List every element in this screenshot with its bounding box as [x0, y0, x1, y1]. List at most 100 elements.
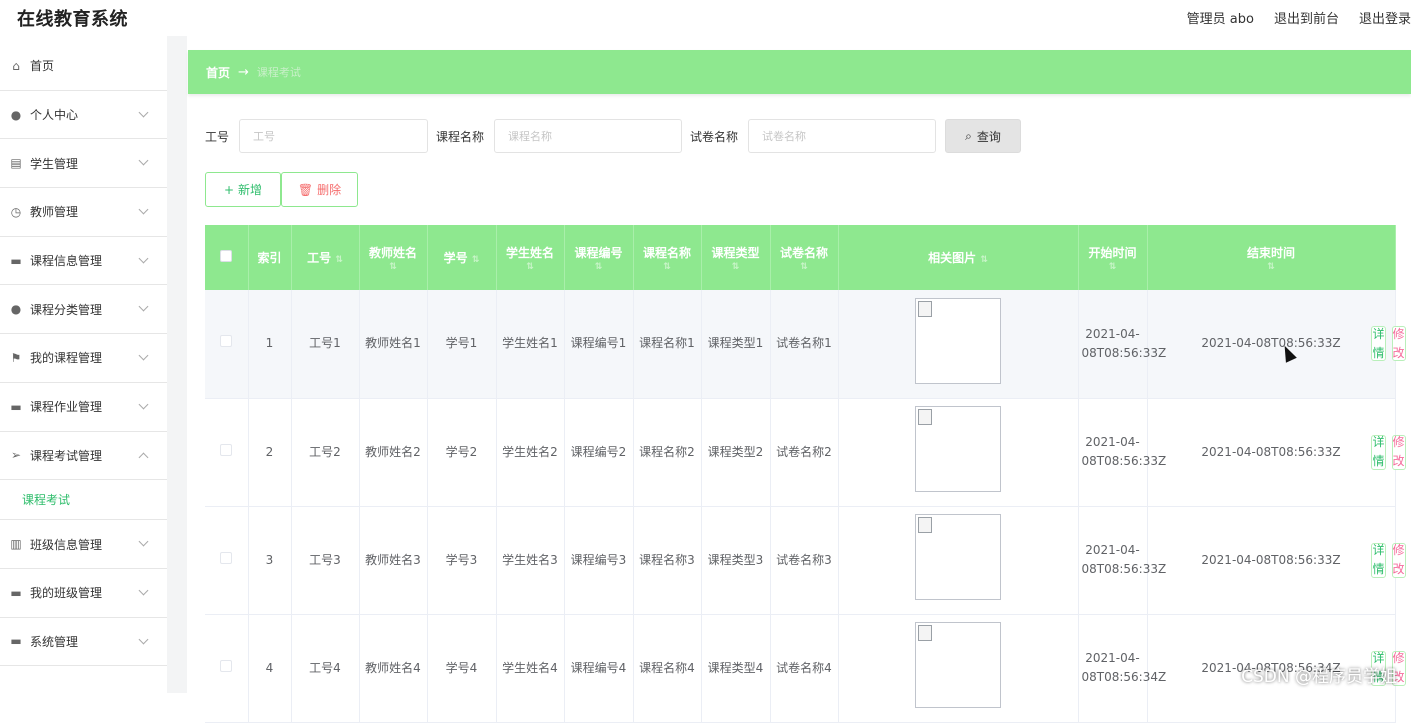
course-name-input[interactable]: [494, 119, 683, 153]
sort-icon[interactable]: ⇅: [704, 262, 768, 272]
cell-course-type: 课程类型3: [701, 506, 771, 615]
sidebar-item-course-info[interactable]: ▬ 课程信息管理: [0, 237, 167, 286]
row-checkbox[interactable]: [220, 659, 233, 672]
sidebar-item-my-class[interactable]: ▬ 我的班级管理: [0, 569, 167, 618]
edit-button[interactable]: 修改: [1391, 542, 1406, 578]
column-header-image[interactable]: 相关图片 ⇅: [838, 225, 1079, 290]
sort-icon[interactable]: ⇅: [335, 255, 343, 265]
cell-index: 3: [248, 506, 292, 615]
sidebar-item-exams[interactable]: ➢ 课程考试管理: [0, 432, 167, 481]
cell-start: 2021-04-08T08:56:33Z: [1078, 398, 1166, 507]
field-label-paper-name: 试卷名称: [690, 129, 739, 144]
breadcrumb: 首页 → 课程考试: [188, 50, 1411, 94]
row-checkbox-cell[interactable]: [205, 398, 249, 507]
detail-button[interactable]: 详情: [1371, 326, 1386, 362]
breadcrumb-current: 课程考试: [256, 66, 301, 79]
column-header-course-type[interactable]: 课程类型 ⇅: [701, 225, 771, 290]
sidebar-item-students[interactable]: ▤ 学生管理: [0, 139, 167, 189]
sort-icon[interactable]: ⇅: [980, 255, 988, 265]
column-header-course-name[interactable]: 课程名称 ⇅: [633, 225, 702, 290]
gonghao-input[interactable]: [239, 119, 429, 153]
column-header-label: 课程编号: [574, 245, 623, 260]
cell-end: 2021-04-08T08:56:33Z: [1147, 290, 1396, 399]
sidebar-item-label: 首页: [30, 59, 55, 74]
to-front-link[interactable]: 退出到前台: [1274, 8, 1339, 27]
cell-xuehao: 学号2: [427, 398, 497, 507]
paper-name-input[interactable]: [748, 119, 937, 153]
sort-icon[interactable]: ⇅: [1150, 262, 1393, 272]
row-checkbox-cell[interactable]: [205, 290, 249, 399]
row-checkbox-cell[interactable]: [205, 506, 249, 615]
column-header-course-no[interactable]: 课程编号 ⇅: [564, 225, 634, 290]
breadcrumb-home[interactable]: 首页: [206, 64, 230, 81]
table-row[interactable]: 4 工号4 教师姓名4 学号4 学生姓名4 课程编号4 课程名称4 课程类型4 …: [205, 614, 1406, 723]
sidebar-item-label: 系统管理: [30, 634, 79, 649]
column-header-paper[interactable]: 试卷名称 ⇅: [770, 225, 839, 290]
cell-teacher: 教师姓名1: [359, 290, 428, 399]
cell-course-name: 课程名称4: [633, 614, 702, 723]
sidebar-subitem-exam[interactable]: 课程考试: [0, 480, 167, 521]
chevron-up-icon: [138, 452, 149, 462]
top-right-links: 管理员 abo 退出到前台 退出登录: [1187, 8, 1411, 27]
add-button[interactable]: + 新增: [205, 172, 281, 207]
detail-button[interactable]: 详情: [1371, 542, 1386, 578]
column-header-xuehao[interactable]: 学号 ⇅: [427, 225, 497, 290]
sidebar-item-homework[interactable]: ▬ 课程作业管理: [0, 383, 167, 432]
sidebar-item-label: 我的班级管理: [30, 586, 103, 601]
sidebar-item-category[interactable]: ● 课程分类管理: [0, 285, 167, 335]
sort-icon[interactable]: ⇅: [362, 262, 425, 272]
sort-icon[interactable]: ⇅: [1081, 262, 1145, 272]
sidebar-item-label: 班级信息管理: [30, 537, 103, 552]
arrow-right-icon: →: [238, 64, 249, 80]
batch-delete-button[interactable]: 🗑 删除: [281, 172, 358, 207]
search-form: 工号 课程名称 试卷名称: [205, 119, 937, 153]
cell-gonghao: 工号1: [291, 290, 360, 399]
select-all-header[interactable]: [205, 225, 249, 290]
edit-button[interactable]: 修改: [1391, 326, 1406, 362]
cell-xuehao: 学号4: [427, 614, 497, 723]
sort-icon[interactable]: ⇅: [636, 262, 699, 272]
sort-icon[interactable]: ⇅: [472, 255, 480, 265]
column-header-student[interactable]: 学生姓名 ⇅: [496, 225, 565, 290]
cell-index: 2: [248, 398, 292, 507]
sidebar-item-teachers[interactable]: ◷ 教师管理: [0, 188, 167, 237]
home-icon: ⌂: [12, 58, 20, 73]
sidebar-item-profile[interactable]: ● 个人中心: [0, 91, 167, 140]
cell-end: 2021-04-08T08:56:33Z: [1147, 506, 1396, 615]
row-checkbox-cell[interactable]: [205, 614, 249, 723]
table-row[interactable]: 1 工号1 教师姓名1 学号1 学生姓名1 课程编号1 课程名称1 课程类型1 …: [205, 290, 1406, 399]
sidebar-item-my-courses[interactable]: ⚑ 我的课程管理: [0, 334, 167, 383]
logout-link[interactable]: 退出登录: [1359, 8, 1411, 27]
column-header-label: 结束时间: [1246, 245, 1295, 260]
exam-table: 索引 工号 ⇅ 教师姓名 ⇅ 学号 ⇅ 学生姓名 ⇅ 课程编号 ⇅ 课程名称 ⇅ 课程类…: [205, 225, 1410, 723]
column-header-label: 学生姓名: [505, 245, 554, 260]
row-checkbox[interactable]: [220, 335, 233, 348]
column-header-start[interactable]: 开始时间 ⇅: [1078, 225, 1148, 290]
sidebar-item-system[interactable]: ▬ 系统管理: [0, 618, 167, 667]
column-header-label: 课程名称: [642, 245, 691, 260]
table-row[interactable]: 3 工号3 教师姓名3 学号3 学生姓名3 课程编号3 课程名称3 课程类型3 …: [205, 506, 1406, 615]
select-all-checkbox[interactable]: [220, 249, 233, 262]
column-header-teacher[interactable]: 教师姓名 ⇅: [359, 225, 428, 290]
sort-icon[interactable]: ⇅: [567, 262, 631, 272]
cell-end: 2021-04-08T08:56:33Z: [1147, 398, 1396, 507]
sidebar-item-label: 我的课程管理: [30, 351, 103, 366]
broken-image-icon: [915, 297, 1001, 384]
column-header-end[interactable]: 结束时间 ⇅: [1147, 225, 1396, 290]
cell-start: 2021-04-08T08:56:34Z: [1078, 614, 1166, 723]
user-label: 管理员 abo: [1186, 12, 1254, 27]
search-button[interactable]: ⌕ 查询: [945, 119, 1021, 153]
edit-button[interactable]: 修改: [1391, 434, 1406, 470]
column-header-gonghao[interactable]: 工号 ⇅: [291, 225, 360, 290]
sort-icon[interactable]: ⇅: [499, 262, 562, 272]
sidebar-item-class-info[interactable]: ▥ 班级信息管理: [0, 520, 167, 569]
sidebar-item-home[interactable]: ⌂ 首页: [0, 42, 167, 91]
search-icon: ⌕: [965, 128, 972, 143]
table-row[interactable]: 2 工号2 教师姓名2 学号2 学生姓名2 课程编号2 课程名称2 课程类型2 …: [205, 398, 1406, 507]
row-checkbox[interactable]: [220, 443, 233, 456]
column-header-label: 相关图片: [928, 250, 977, 265]
sort-icon[interactable]: ⇅: [773, 262, 836, 272]
row-checkbox[interactable]: [220, 551, 233, 564]
detail-button[interactable]: 详情: [1371, 434, 1386, 470]
column-header-label: 工号: [307, 250, 332, 265]
